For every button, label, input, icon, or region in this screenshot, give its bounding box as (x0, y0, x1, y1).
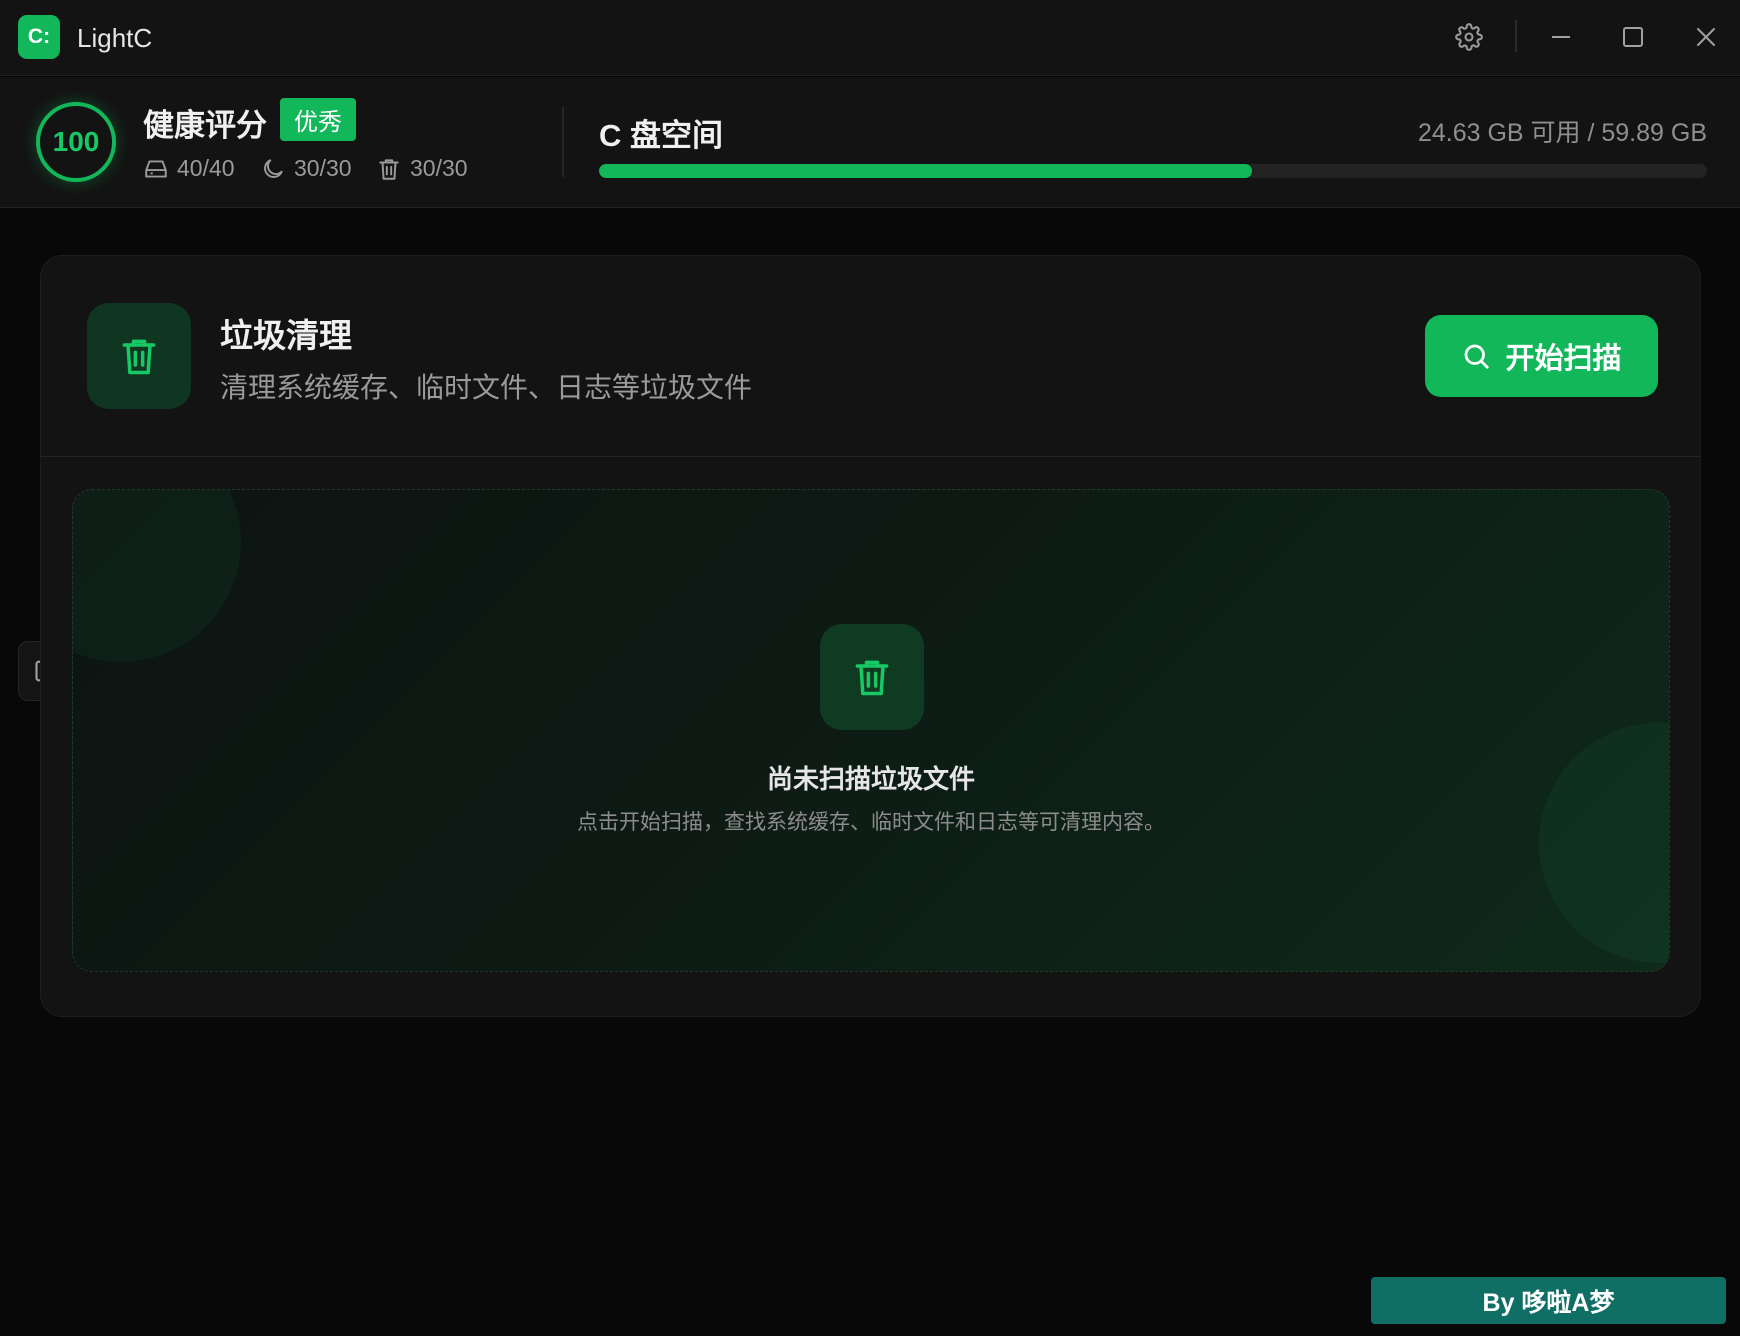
health-status-badge: 优秀 (280, 98, 356, 141)
metric-sleep-value: 30/30 (294, 155, 352, 181)
minimize-icon (1552, 36, 1570, 38)
gear-icon (1455, 23, 1483, 51)
disk-usage-bar (599, 164, 1707, 178)
disk-usage-fill (599, 164, 1252, 178)
card-icon-tile (87, 303, 191, 409)
titlebar-separator (1515, 20, 1517, 52)
start-scan-label: 开始扫描 (1505, 343, 1622, 375)
empty-state-description: 点击开始扫描，查找系统缓存、临时文件和日志等可清理内容。 (577, 811, 1165, 834)
empty-state-title: 尚未扫描垃圾文件 (766, 764, 975, 794)
drive-icon (145, 159, 167, 178)
metric-trash-value: 30/30 (410, 155, 468, 181)
health-score-ring: 100 (36, 102, 116, 182)
moon-icon (264, 158, 283, 178)
trash-icon (855, 660, 889, 696)
maximize-icon (1623, 27, 1643, 47)
trash-icon (379, 158, 399, 180)
minimize-button[interactable] (1541, 17, 1581, 57)
maximize-button[interactable] (1613, 17, 1653, 57)
metric-trash: 30/30 (376, 155, 468, 182)
junk-cleanup-card: 垃圾清理 清理系统缓存、临时文件、日志等垃圾文件 开始扫描 尚未扫描垃圾文件 点… (40, 255, 1701, 1017)
card-subtitle: 清理系统缓存、临时文件、日志等垃圾文件 (220, 372, 753, 403)
app-logo: C: (18, 15, 60, 59)
app-title: LightC (77, 23, 153, 53)
disk-title: C 盘空间 (599, 118, 723, 153)
search-icon (1465, 344, 1490, 369)
header-divider (562, 107, 564, 177)
close-button[interactable] (1686, 17, 1726, 57)
start-scan-button[interactable]: 开始扫描 (1425, 315, 1658, 397)
decorative-circle (73, 490, 241, 662)
trash-icon (122, 339, 156, 375)
empty-state-icon-tile (820, 624, 924, 730)
close-icon (1697, 28, 1715, 46)
health-score-title: 健康评分 (143, 108, 267, 143)
card-divider (41, 456, 1700, 457)
metric-sleep: 30/30 (260, 155, 352, 182)
status-header: 100 健康评分 优秀 40/40 30/30 30/30 C 盘空间 24.6… (0, 77, 1740, 208)
empty-state-panel: 尚未扫描垃圾文件 点击开始扫描，查找系统缓存、临时文件和日志等可清理内容。 (72, 489, 1670, 972)
metric-drive-value: 40/40 (177, 155, 235, 181)
card-title: 垃圾清理 (220, 317, 352, 354)
author-credit-tag: By 哆啦A梦 (1371, 1277, 1726, 1324)
title-bar: C: LightC (0, 0, 1740, 76)
settings-button[interactable] (1449, 17, 1489, 57)
metric-drive: 40/40 (143, 155, 235, 182)
disk-usage-text: 24.63 GB 可用 / 59.89 GB (1417, 119, 1707, 147)
